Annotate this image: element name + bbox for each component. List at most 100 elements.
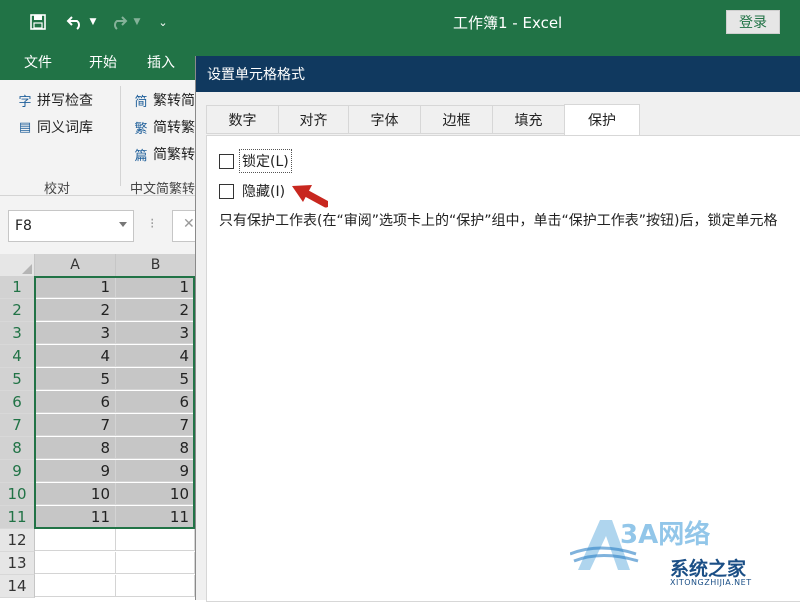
tab-home[interactable]: 开始 bbox=[89, 52, 117, 72]
dialog-title: 设置单元格格式 bbox=[207, 67, 305, 83]
row-header[interactable]: 11 bbox=[0, 506, 35, 529]
cell-a[interactable]: 6 bbox=[35, 391, 116, 413]
spell-check-label: 拼写检查 bbox=[37, 93, 93, 109]
tab-insert[interactable]: 插入 bbox=[147, 52, 175, 72]
spell-check-button[interactable]: 字 拼写检查 bbox=[17, 90, 93, 110]
row-header[interactable]: 4 bbox=[0, 345, 35, 368]
select-all-icon bbox=[22, 264, 32, 274]
proofing-group-label: 校对 bbox=[44, 182, 71, 197]
worksheet-grid[interactable]: A B 1 1 1 2 2 2 3 3 3 4 4 4 5 5 5 6 6 6 7 7 7 8 8 8 9 9 9 10 10 10 11 1… bbox=[0, 254, 196, 600]
hidden-checkbox[interactable] bbox=[219, 183, 234, 199]
thesaurus-icon: ▤ bbox=[18, 119, 32, 135]
cell-a[interactable]: 10 bbox=[35, 483, 116, 505]
watermark-url: XITONGZHIJIA.NET bbox=[670, 578, 752, 587]
dialog-title-bar[interactable]: 设置单元格格式 bbox=[196, 56, 800, 92]
locked-checkbox[interactable] bbox=[219, 153, 234, 169]
cell-a[interactable]: 8 bbox=[35, 437, 116, 459]
trad-to-simp-label: 繁转简 bbox=[153, 93, 195, 109]
cell-b[interactable] bbox=[116, 575, 195, 597]
watermark-logo-text: 3A网络 bbox=[620, 520, 711, 550]
name-box[interactable]: F8 bbox=[8, 210, 134, 242]
trad-to-simp-icon: 简 bbox=[134, 94, 148, 110]
select-all-corner[interactable] bbox=[0, 254, 35, 277]
protection-note: 只有保护工作表(在“审阅”选项卡上的“保护”组中，单击“保护工作表”按钮)后，锁… bbox=[219, 213, 778, 229]
tab-file[interactable]: 文件 bbox=[24, 52, 52, 72]
row-header[interactable]: 14 bbox=[0, 575, 35, 598]
redo-dropdown-icon[interactable]: ▼ bbox=[132, 10, 142, 34]
undo-icon[interactable] bbox=[64, 10, 86, 34]
cell-a[interactable] bbox=[35, 529, 116, 551]
tab-fill[interactable]: 填充 bbox=[492, 105, 564, 134]
locked-option[interactable]: 锁定(L) bbox=[219, 149, 292, 173]
cell-a[interactable]: 9 bbox=[35, 460, 116, 482]
row-header[interactable]: 13 bbox=[0, 552, 35, 575]
dialog-tabs: 数字 对齐 字体 边框 填充 保护 bbox=[206, 104, 640, 135]
login-button[interactable]: 登录 bbox=[726, 10, 780, 34]
thesaurus-label: 同义词库 bbox=[37, 120, 93, 136]
hidden-label[interactable]: 隐藏(I) bbox=[240, 180, 287, 202]
row-header[interactable]: 5 bbox=[0, 368, 35, 391]
cell-b[interactable] bbox=[116, 529, 195, 551]
locked-label[interactable]: 锁定(L) bbox=[239, 149, 292, 173]
cell-a[interactable]: 2 bbox=[35, 299, 116, 321]
row-header[interactable]: 9 bbox=[0, 460, 35, 483]
row-header[interactable]: 12 bbox=[0, 529, 35, 552]
undo-dropdown-icon[interactable]: ▼ bbox=[88, 10, 98, 34]
row-header[interactable]: 8 bbox=[0, 437, 35, 460]
cell-b[interactable] bbox=[116, 552, 195, 574]
window-title: 工作簿1 - Excel bbox=[453, 14, 563, 32]
tab-number[interactable]: 数字 bbox=[206, 105, 278, 134]
cell-b[interactable]: 10 bbox=[116, 483, 195, 505]
cell-a[interactable]: 3 bbox=[35, 322, 116, 344]
spell-check-icon: 字 bbox=[18, 94, 32, 110]
name-box-value: F8 bbox=[15, 218, 32, 234]
column-header-b[interactable]: B bbox=[116, 254, 196, 278]
cell-a[interactable]: 7 bbox=[35, 414, 116, 436]
formula-bar-grip-icon[interactable]: ⁝ bbox=[150, 216, 154, 232]
cell-b[interactable]: 7 bbox=[116, 414, 195, 436]
cell-b[interactable]: 9 bbox=[116, 460, 195, 482]
cell-a[interactable]: 11 bbox=[35, 506, 116, 528]
customize-toolbar-icon[interactable]: ⌄ bbox=[156, 10, 170, 34]
name-box-dropdown-icon[interactable] bbox=[119, 222, 127, 227]
tab-border[interactable]: 边框 bbox=[420, 105, 492, 134]
tab-alignment[interactable]: 对齐 bbox=[278, 105, 348, 134]
hidden-option[interactable]: 隐藏(I) bbox=[219, 180, 287, 202]
watermark: 3A网络 系统之家 XITONGZHIJIA.NET bbox=[570, 510, 800, 600]
simp-to-trad-label: 简转繁 bbox=[153, 120, 195, 136]
cell-a[interactable] bbox=[35, 575, 116, 597]
cell-b[interactable]: 2 bbox=[116, 299, 195, 321]
cancel-formula-icon[interactable]: ✕ bbox=[183, 216, 195, 232]
cell-b[interactable]: 3 bbox=[116, 322, 195, 344]
chinese-conversion-icon: 篇 bbox=[134, 148, 148, 164]
cell-a[interactable] bbox=[35, 552, 116, 574]
cell-b[interactable]: 4 bbox=[116, 345, 195, 367]
cell-b[interactable]: 5 bbox=[116, 368, 195, 390]
simp-to-trad-button[interactable]: 繁 简转繁 bbox=[133, 117, 195, 137]
row-header[interactable]: 2 bbox=[0, 299, 35, 322]
title-bar: ▼ ▼ ⌄ 工作簿1 - Excel 登录 bbox=[0, 0, 800, 44]
cell-a[interactable]: 1 bbox=[35, 276, 116, 298]
row-header[interactable]: 6 bbox=[0, 391, 35, 414]
redo-icon[interactable] bbox=[108, 10, 130, 34]
cell-b[interactable]: 11 bbox=[116, 506, 195, 528]
cell-b[interactable]: 1 bbox=[116, 276, 195, 298]
row-header[interactable]: 3 bbox=[0, 322, 35, 345]
row-header[interactable]: 7 bbox=[0, 414, 35, 437]
cell-b[interactable]: 8 bbox=[116, 437, 195, 459]
save-icon[interactable] bbox=[28, 10, 48, 34]
annotation-arrow-icon bbox=[292, 185, 328, 208]
cell-a[interactable]: 5 bbox=[35, 368, 116, 390]
column-header-a[interactable]: A bbox=[35, 254, 116, 278]
cell-a[interactable]: 4 bbox=[35, 345, 116, 367]
row-header[interactable]: 1 bbox=[0, 276, 35, 299]
thesaurus-button[interactable]: ▤ 同义词库 bbox=[17, 117, 93, 137]
simp-to-trad-icon: 繁 bbox=[134, 121, 148, 137]
ribbon-group-divider bbox=[120, 86, 121, 186]
row-header[interactable]: 10 bbox=[0, 483, 35, 506]
watermark-brand: 系统之家 bbox=[670, 558, 747, 580]
tab-protection[interactable]: 保护 bbox=[564, 104, 640, 135]
tab-font[interactable]: 字体 bbox=[348, 105, 420, 134]
trad-to-simp-button[interactable]: 简 繁转简 bbox=[133, 90, 195, 110]
cell-b[interactable]: 6 bbox=[116, 391, 195, 413]
